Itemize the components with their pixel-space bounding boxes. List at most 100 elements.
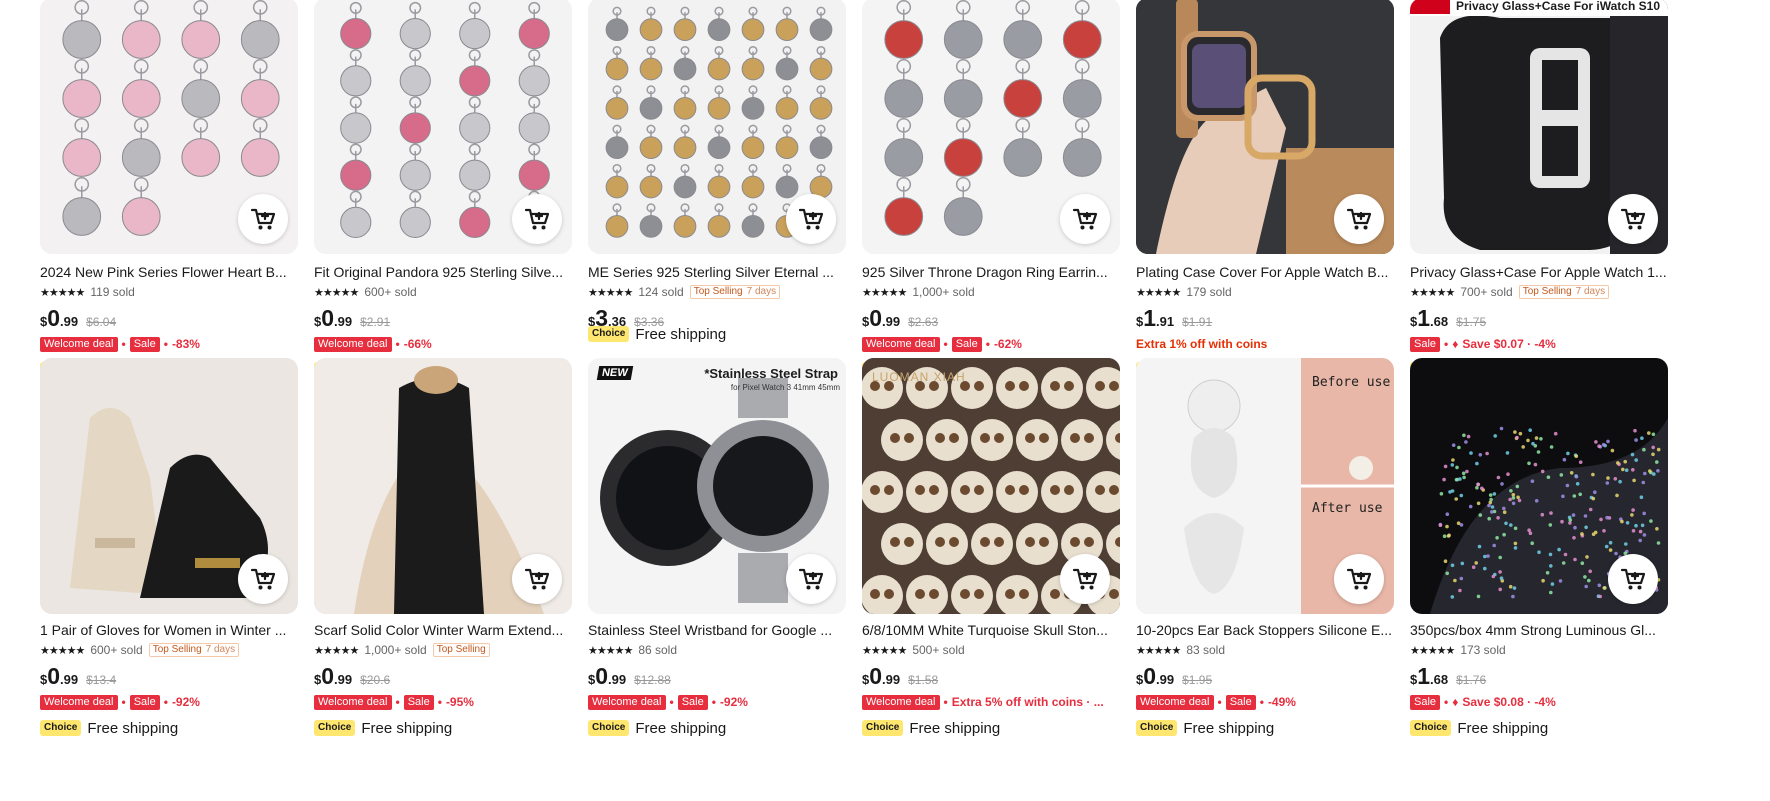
welcome-deal-badge: Welcome deal <box>314 336 392 352</box>
sold-count: 1,000+ sold <box>364 643 427 657</box>
shipping-row: Choice Free shipping <box>314 718 572 738</box>
top-selling-label: Top Selling <box>152 644 202 655</box>
product-title[interactable]: Plating Case Cover For Apple Watch B... <box>1136 263 1394 281</box>
price-integer: 0 <box>47 663 61 689</box>
product-card[interactable]: Scarf Solid Color Winter Warm Extend... ★… <box>314 358 572 764</box>
separator-dot: • <box>1259 695 1264 709</box>
add-to-cart-icon <box>1346 208 1372 230</box>
product-card[interactable]: 1 Pair of Gloves for Women in Winter ...… <box>40 358 298 764</box>
product-thumbnail[interactable] <box>40 0 298 254</box>
product-title[interactable]: 2024 New Pink Series Flower Heart B... <box>40 263 298 281</box>
deal-row: Welcome deal • Sale • -83% <box>40 335 298 353</box>
product-card[interactable]: 350pcs/box 4mm Strong Luminous Gl... ★★★★… <box>1410 358 1668 764</box>
separator-dot: • <box>669 695 674 709</box>
top-selling-period: 7 days <box>1575 286 1606 297</box>
add-to-cart-button[interactable] <box>512 194 562 244</box>
add-to-cart-icon <box>1072 568 1098 590</box>
star-rating-icon: ★★★★★ <box>1410 644 1455 657</box>
product-card[interactable]: Before use After use 10-20pcs Ear Back Sto… <box>1136 358 1394 764</box>
deal-row: Welcome deal • Sale • -92% <box>588 693 846 711</box>
top-selling-badge: Top Selling 7 days <box>148 643 240 657</box>
price-row: $1.91 $1.91 <box>1136 306 1394 332</box>
sale-badge: Sale <box>403 694 434 710</box>
flame-icon: ♦ <box>1452 695 1459 709</box>
product-card[interactable]: LUOMAN XIAH 6/8/10MM White Turquoise Skul… <box>862 358 1120 764</box>
product-thumbnail[interactable] <box>40 358 298 614</box>
product-card[interactable]: ME Series 925 Sterling Silver Eternal ..… <box>588 0 846 406</box>
product-card[interactable]: Fit Original Pandora 925 Sterling Silve.… <box>314 0 572 406</box>
free-shipping-label: Free shipping <box>1183 719 1275 737</box>
deal-row: Welcome deal • -66% <box>314 335 572 353</box>
price-row: $0.99 $1.58 <box>862 664 1120 690</box>
sale-badge: Sale <box>951 336 982 352</box>
price-row: $0.99 $13.4 <box>40 664 298 690</box>
star-rating-icon: ★★★★★ <box>862 644 907 657</box>
price-decimal: .99 <box>60 672 79 687</box>
separator-dot: • <box>163 695 168 709</box>
product-title[interactable]: 350pcs/box 4mm Strong Luminous Gl... <box>1410 621 1668 639</box>
separator-dot: • <box>121 695 126 709</box>
product-title[interactable]: Fit Original Pandora 925 Sterling Silve.… <box>314 263 572 281</box>
product-thumbnail[interactable] <box>314 358 572 614</box>
add-to-cart-button[interactable] <box>1060 194 1110 244</box>
image-watermark: LUOMAN XIAH <box>872 370 966 384</box>
star-rating-icon: ★★★★★ <box>40 644 85 657</box>
product-title[interactable]: Scarf Solid Color Winter Warm Extend... <box>314 621 572 639</box>
product-thumbnail[interactable]: *Stainless Steel Strap for Pixel Watch 3 … <box>588 358 846 614</box>
sold-count: 600+ sold <box>90 643 143 657</box>
product-card[interactable]: *Stainless Steel Strap for Pixel Watch 3 … <box>588 358 846 764</box>
welcome-deal-badge: Welcome deal <box>862 336 940 352</box>
shipping-row: Choice Free shipping <box>588 718 846 738</box>
product-title[interactable]: 6/8/10MM White Turquoise Skull Ston... <box>862 621 1120 639</box>
add-to-cart-button[interactable] <box>238 554 288 604</box>
product-title[interactable]: 1 Pair of Gloves for Women in Winter ... <box>40 621 298 639</box>
separator-dot: • <box>163 337 168 351</box>
add-to-cart-button[interactable] <box>1334 194 1384 244</box>
product-title[interactable]: 925 Silver Throne Dragon Ring Earrin... <box>862 263 1120 281</box>
top-selling-label: Top Selling <box>1522 286 1572 297</box>
sold-count: 1,000+ sold <box>912 285 975 299</box>
add-to-cart-button[interactable] <box>1334 554 1384 604</box>
shipping-row: Choice Free shipping <box>1410 718 1668 738</box>
product-title[interactable]: Stainless Steel Wristband for Google ... <box>588 621 846 639</box>
sold-count: 86 sold <box>638 643 678 657</box>
product-thumbnail[interactable] <box>588 0 846 254</box>
welcome-deal-badge: Welcome deal <box>314 694 392 710</box>
product-thumbnail[interactable]: Before use After use <box>1136 358 1394 614</box>
deal-row: Welcome deal • Sale • -95% <box>314 693 572 711</box>
price-currency: $ <box>1410 314 1418 329</box>
product-info: Scarf Solid Color Winter Warm Extend... ★… <box>314 621 572 738</box>
product-title[interactable]: ME Series 925 Sterling Silver Eternal ..… <box>588 263 846 281</box>
price-currency: $ <box>40 672 48 687</box>
add-to-cart-button[interactable] <box>786 554 836 604</box>
coins-offer-text: Extra 1% off with coins <box>1136 337 1268 351</box>
product-card[interactable]: 2024 New Pink Series Flower Heart B... ★★… <box>40 0 298 406</box>
product-thumbnail[interactable]: LUOMAN XIAH <box>862 358 1120 614</box>
price-currency: $ <box>862 672 870 687</box>
product-thumbnail[interactable]: Privacy Glass+Case For iWatch S10 <box>1410 0 1668 254</box>
star-rating-icon: ★★★★★ <box>1410 286 1455 299</box>
product-title[interactable]: Privacy Glass+Case For Apple Watch 1... <box>1410 263 1668 281</box>
welcome-deal-badge: Welcome deal <box>40 694 118 710</box>
add-to-cart-button[interactable] <box>512 554 562 604</box>
new-tag: NEW <box>596 366 633 380</box>
product-card[interactable]: 925 Silver Throne Dragon Ring Earrin... ★… <box>862 0 1120 406</box>
add-to-cart-button[interactable] <box>1608 194 1658 244</box>
discount-text: -92% <box>171 695 200 709</box>
product-card[interactable]: Privacy Glass+Case For iWatch S10 Privacy… <box>1410 0 1668 406</box>
product-card[interactable]: Plating Case Cover For Apple Watch B... ★… <box>1136 0 1394 406</box>
add-to-cart-button[interactable] <box>786 194 836 244</box>
product-thumbnail[interactable] <box>1410 358 1668 614</box>
discount-text: -66% <box>403 337 432 351</box>
deal-row: Welcome deal • Sale • -92% <box>40 693 298 711</box>
product-thumbnail[interactable] <box>314 0 572 254</box>
product-thumbnail[interactable] <box>862 0 1120 254</box>
add-to-cart-button[interactable] <box>238 194 288 244</box>
product-title[interactable]: 10-20pcs Ear Back Stoppers Silicone E... <box>1136 621 1394 639</box>
separator-dot: • <box>1217 695 1222 709</box>
add-to-cart-button[interactable] <box>1608 554 1658 604</box>
sold-count: 179 sold <box>1186 285 1232 299</box>
add-to-cart-button[interactable] <box>1060 554 1110 604</box>
product-thumbnail[interactable] <box>1136 0 1394 254</box>
separator-dot: • <box>1444 695 1449 709</box>
